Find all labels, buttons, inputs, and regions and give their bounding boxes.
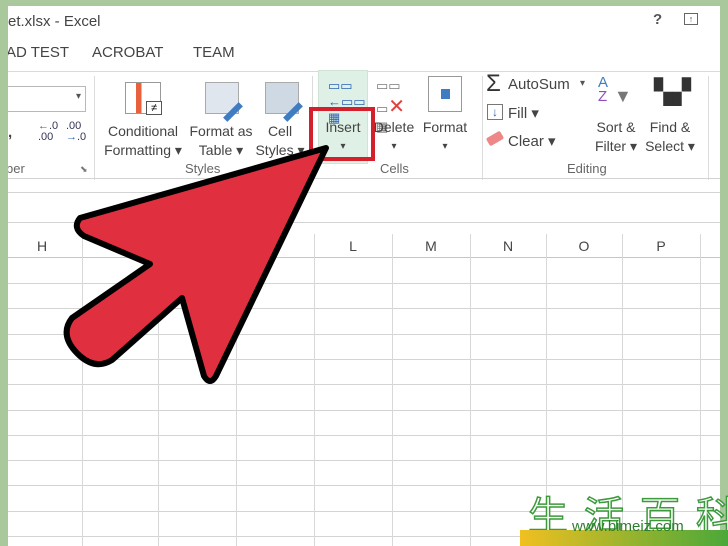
pointer-arrow [63, 145, 329, 384]
watermark-logo: 生活百科 www.bimeiz.com [520, 480, 728, 546]
